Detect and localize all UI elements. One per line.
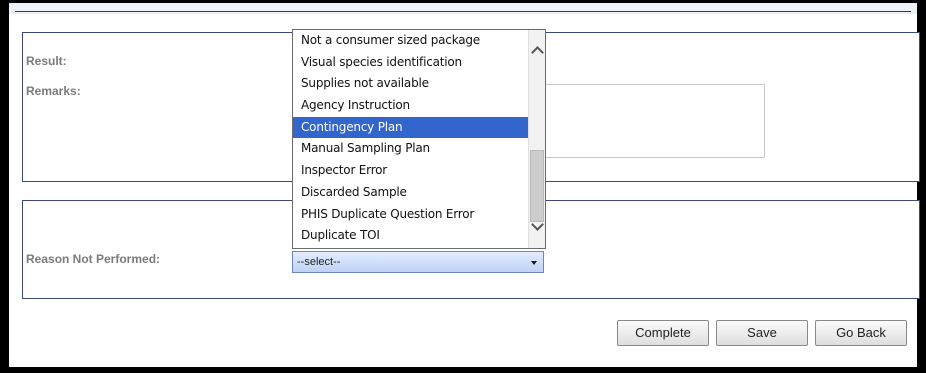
top-header-bar <box>9 3 917 14</box>
remarks-textarea[interactable] <box>543 84 765 158</box>
header-divider <box>15 3 911 12</box>
dropdown-option[interactable]: Not a consumer sized package <box>293 30 529 52</box>
complete-button[interactable]: Complete <box>617 320 709 346</box>
dropdown-options: Not a consumer sized package Visual speci… <box>293 30 529 247</box>
scrollbar-thumb[interactable] <box>530 150 544 222</box>
dropdown-option[interactable]: Discarded Sample <box>293 182 529 204</box>
dropdown-option[interactable]: Duplicate TOI <box>293 225 529 247</box>
dropdown-option[interactable]: Manual Sampling Plan <box>293 138 529 160</box>
dropdown-option[interactable]: Agency Instruction <box>293 95 529 117</box>
triangle-down-icon <box>531 261 537 265</box>
chevron-down-icon <box>531 218 544 231</box>
reason-select-value: --select-- <box>297 256 341 268</box>
scroll-down-button[interactable] <box>529 218 545 236</box>
dropdown-option[interactable]: Inspector Error <box>293 160 529 182</box>
reason-not-performed-label: Reason Not Performed: <box>26 252 161 266</box>
save-button[interactable]: Save <box>716 320 808 346</box>
dropdown-option[interactable]: PHIS Duplicate Question Error <box>293 204 529 226</box>
chevron-up-icon <box>531 46 544 59</box>
remarks-label: Remarks: <box>26 84 81 98</box>
go-back-button[interactable]: Go Back <box>815 320 907 346</box>
dropdown-option[interactable]: Supplies not available <box>293 73 529 95</box>
dropdown-scrollbar[interactable] <box>528 30 545 248</box>
reason-dropdown-list[interactable]: Not a consumer sized package Visual speci… <box>292 29 546 249</box>
scroll-up-button[interactable] <box>529 42 545 60</box>
dropdown-option[interactable]: Contingency Plan <box>293 116 529 139</box>
result-label: Result: <box>26 54 67 68</box>
reason-select[interactable]: --select-- <box>292 251 544 273</box>
dropdown-option[interactable]: Visual species identification <box>293 52 529 74</box>
